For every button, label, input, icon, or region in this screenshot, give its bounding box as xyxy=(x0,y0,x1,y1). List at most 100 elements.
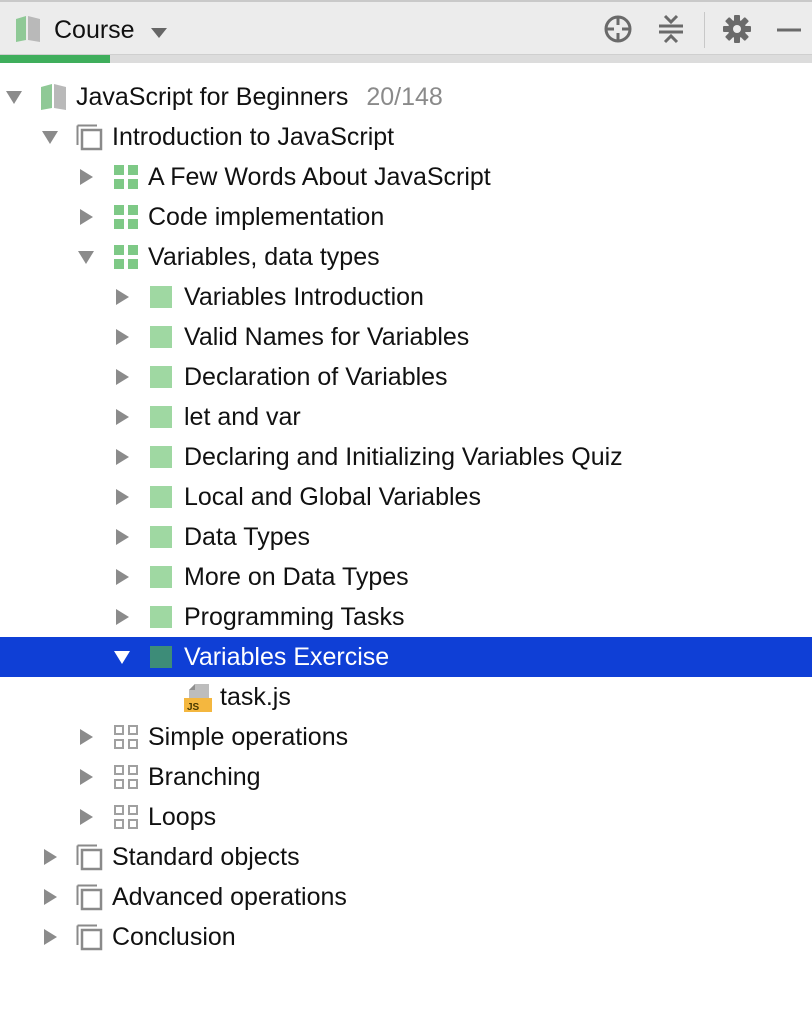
tree-item-label: Simple operations xyxy=(148,723,349,751)
book-icon xyxy=(41,84,66,110)
minimize-icon[interactable] xyxy=(774,14,804,44)
collapsed-arrow-icon[interactable] xyxy=(42,929,58,945)
tree-item-section[interactable]: Introduction to JavaScript xyxy=(0,117,812,157)
tree-item-lesson[interactable]: A Few Words About JavaScript xyxy=(0,157,812,197)
tree-item-task[interactable]: Programming Tasks xyxy=(0,597,812,637)
book-icon xyxy=(16,16,40,42)
tree-item-task[interactable]: Local and Global Variables xyxy=(0,477,812,517)
solved-task-icon xyxy=(150,326,172,348)
collapsed-arrow-icon[interactable] xyxy=(114,529,130,545)
tree-item-label: Variables Exercise xyxy=(184,643,390,671)
gear-icon[interactable] xyxy=(722,14,752,44)
tree-item-lesson[interactable]: Code implementation xyxy=(0,197,812,237)
solved-task-icon xyxy=(150,606,172,628)
solved-lesson-icon xyxy=(114,245,138,269)
solved-task-icon xyxy=(150,366,172,388)
tree-item-label: Variables Introduction xyxy=(184,283,424,311)
collapsed-arrow-icon[interactable] xyxy=(114,409,130,425)
expanded-arrow-icon[interactable] xyxy=(6,89,22,105)
tree-item-task[interactable]: More on Data Types xyxy=(0,557,812,597)
toolbar-separator xyxy=(704,12,705,48)
collapsed-arrow-icon[interactable] xyxy=(114,569,130,585)
tree-item-task[interactable]: Variables Introduction xyxy=(0,277,812,317)
tree-item-label: Local and Global Variables xyxy=(184,483,481,511)
tree-item-label: Programming Tasks xyxy=(184,603,405,631)
collapsed-arrow-icon[interactable] xyxy=(114,489,130,505)
tree-item-task[interactable]: Valid Names for Variables xyxy=(0,317,812,357)
tree-item-label: Declaration of Variables xyxy=(184,363,448,391)
tree-item-label: Loops xyxy=(148,803,217,831)
tree-item-label: task.js xyxy=(220,683,291,711)
chevron-down-icon[interactable] xyxy=(150,27,168,39)
javascript-file-icon: JS xyxy=(184,684,212,713)
collapse-all-icon[interactable] xyxy=(656,14,686,44)
tree-item-label: Declaring and Initializing Variables Qui… xyxy=(184,443,623,471)
tree-item-label: Variables, data types xyxy=(148,243,380,271)
tree-item-section[interactable]: Standard objects xyxy=(0,837,812,877)
tree-item-task[interactable]: Declaration of Variables xyxy=(0,357,812,397)
tree-item-label: Data Types xyxy=(184,523,311,551)
solved-lesson-icon xyxy=(114,205,138,229)
tree-item-lesson[interactable]: Branching xyxy=(0,757,812,797)
course-title: JavaScript for Beginners xyxy=(76,83,349,111)
section-icon xyxy=(76,924,103,951)
solved-task-icon xyxy=(150,286,172,308)
solved-task-icon xyxy=(150,446,172,468)
tree-item-label: Introduction to JavaScript xyxy=(112,123,395,151)
project-view-header: Course xyxy=(0,0,812,55)
tree-item-task[interactable]: Data Types xyxy=(0,517,812,557)
view-title[interactable]: Course xyxy=(54,16,135,45)
tree-item-file[interactable]: JS task.js xyxy=(0,677,812,717)
collapsed-arrow-icon[interactable] xyxy=(42,889,58,905)
solved-task-icon xyxy=(150,566,172,588)
tree-item-task[interactable]: let and var xyxy=(0,397,812,437)
solved-task-icon xyxy=(150,646,172,668)
tree-item-label: Valid Names for Variables xyxy=(184,323,470,351)
collapsed-arrow-icon[interactable] xyxy=(114,449,130,465)
course-progress-bar xyxy=(0,55,812,63)
tree-item-label: Advanced operations xyxy=(112,883,347,911)
collapsed-arrow-icon[interactable] xyxy=(78,809,94,825)
lesson-icon xyxy=(114,765,138,789)
section-icon xyxy=(76,884,103,911)
tree-item-course[interactable]: JavaScript for Beginners 20/148 xyxy=(0,77,812,117)
tree-item-label: More on Data Types xyxy=(184,563,409,591)
expanded-arrow-icon[interactable] xyxy=(114,649,130,665)
tree-item-lesson[interactable]: Variables, data types xyxy=(0,237,812,277)
tree-item-label: Code implementation xyxy=(148,203,385,231)
tree-item-label: Branching xyxy=(148,763,261,791)
collapsed-arrow-icon[interactable] xyxy=(78,169,94,185)
section-icon xyxy=(76,844,103,871)
lesson-icon xyxy=(114,805,138,829)
tree-item-label: let and var xyxy=(184,403,301,431)
solved-lesson-icon xyxy=(114,165,138,189)
collapsed-arrow-icon[interactable] xyxy=(114,369,130,385)
solved-task-icon xyxy=(150,526,172,548)
tree-item-task-selected[interactable]: Variables Exercise xyxy=(0,637,812,677)
tree-item-section[interactable]: Conclusion xyxy=(0,917,812,957)
collapsed-arrow-icon[interactable] xyxy=(114,609,130,625)
tree-item-lesson[interactable]: Simple operations xyxy=(0,717,812,757)
svg-text:JS: JS xyxy=(187,702,200,713)
tree-item-task[interactable]: Declaring and Initializing Variables Qui… xyxy=(0,437,812,477)
tree-item-lesson[interactable]: Loops xyxy=(0,797,812,837)
tree-item-label: Conclusion xyxy=(112,923,236,951)
section-icon xyxy=(76,124,103,151)
solved-task-icon xyxy=(150,486,172,508)
collapsed-arrow-icon[interactable] xyxy=(42,849,58,865)
course-progress-count: 20/148 xyxy=(366,83,443,111)
expanded-arrow-icon[interactable] xyxy=(78,249,94,265)
tree-item-label: A Few Words About JavaScript xyxy=(148,163,491,191)
collapsed-arrow-icon[interactable] xyxy=(78,769,94,785)
collapsed-arrow-icon[interactable] xyxy=(78,729,94,745)
expanded-arrow-icon[interactable] xyxy=(42,129,58,145)
locate-icon[interactable] xyxy=(603,14,633,44)
collapsed-arrow-icon[interactable] xyxy=(78,209,94,225)
course-progress-fill xyxy=(0,55,110,63)
collapsed-arrow-icon[interactable] xyxy=(114,289,130,305)
lesson-icon xyxy=(114,725,138,749)
tree-item-section[interactable]: Advanced operations xyxy=(0,877,812,917)
solved-task-icon xyxy=(150,406,172,428)
collapsed-arrow-icon[interactable] xyxy=(114,329,130,345)
tree-item-label: Standard objects xyxy=(112,843,300,871)
